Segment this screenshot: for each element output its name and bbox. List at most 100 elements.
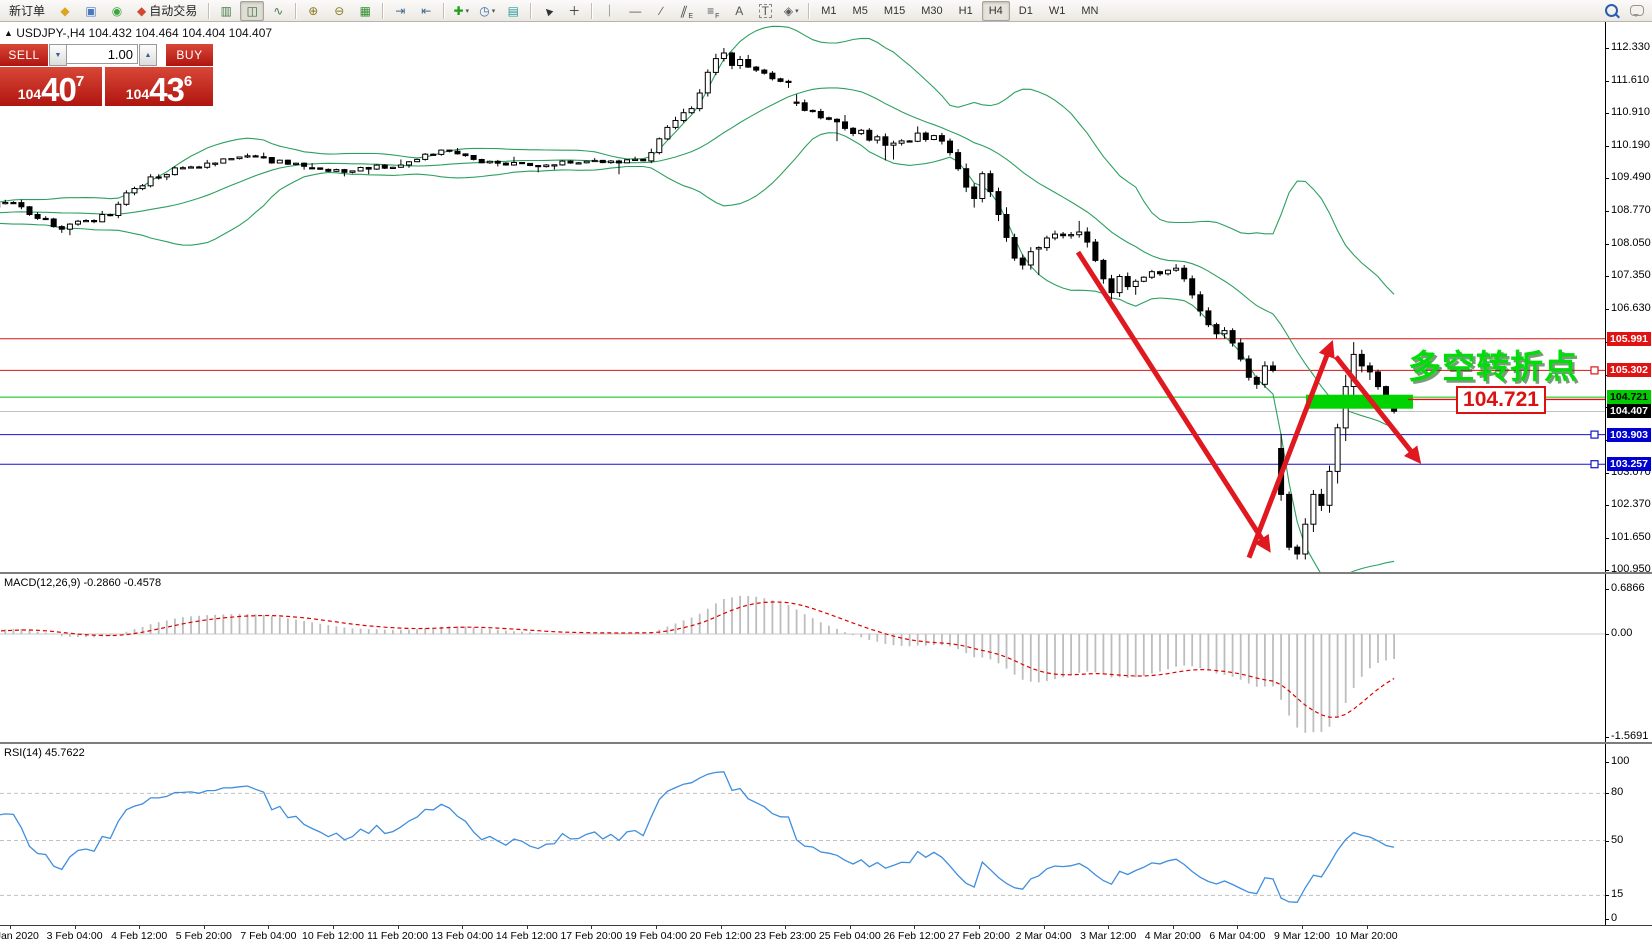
bar-chart-icon: ▥ <box>221 5 232 17</box>
time-tick <box>75 926 76 929</box>
buy-price[interactable]: 104 43 6 <box>105 67 213 106</box>
buy-button[interactable]: BUY <box>166 44 213 66</box>
timeframe-button-w1[interactable]: W1 <box>1042 1 1073 21</box>
sell-price[interactable]: 104 40 7 <box>0 67 102 106</box>
pane-separator[interactable] <box>0 742 1652 744</box>
price-level-tag: 103.257 <box>1607 457 1651 471</box>
timeframe-button-mn[interactable]: MN <box>1074 1 1105 21</box>
time-tick <box>268 926 269 929</box>
horizontal-line-icon: — <box>629 5 641 17</box>
timeframe-button-m30[interactable]: M30 <box>914 1 949 21</box>
rsi-tick-label: 15 <box>1611 888 1623 900</box>
autotrade-icon: ◆ <box>137 5 146 17</box>
zoom-in-icon[interactable]: ⊕ <box>301 1 325 21</box>
volume-decrease-button[interactable]: ▼ <box>49 44 67 66</box>
time-tick <box>10 926 11 929</box>
axis-tick <box>1606 473 1609 474</box>
timeframe-button-m1[interactable]: M1 <box>814 1 843 21</box>
price-tick-label: 101.650 <box>1611 531 1651 543</box>
price-level-tag: 105.991 <box>1607 332 1651 346</box>
dropdown-caret-icon: ▾ <box>466 7 470 15</box>
vertical-line-icon[interactable]: ｜ <box>597 1 621 21</box>
fibonacci-icon[interactable]: ≡F <box>701 1 725 21</box>
timeframe-button-h1[interactable]: H1 <box>952 1 980 21</box>
timeframe-button-h4[interactable]: H4 <box>982 1 1010 21</box>
sell-button[interactable]: SELL <box>0 44 48 66</box>
new-order-button[interactable]: 新订单 <box>3 1 51 21</box>
time-axis-label: 2 Mar 04:00 <box>1016 930 1072 942</box>
auto-scroll-icon: ⇥ <box>395 5 405 17</box>
shapes-icon[interactable]: ◈▾ <box>779 1 803 21</box>
candlestick-chart-icon[interactable]: ◫ <box>240 1 264 21</box>
axis-tick <box>1606 178 1609 179</box>
volume-increase-button[interactable]: ▲ <box>139 44 157 66</box>
axis-tick <box>1606 81 1609 82</box>
auto-scroll-icon[interactable]: ⇥ <box>388 1 412 21</box>
price-tick-label: 109.490 <box>1611 171 1651 183</box>
rsi-tick-label: 100 <box>1611 755 1629 767</box>
macd-tick-label: 0.00 <box>1611 627 1632 639</box>
timeframe-button-m15[interactable]: M15 <box>877 1 912 21</box>
trendline-icon[interactable]: ∕ <box>649 1 673 21</box>
zoom-out-icon: ⊖ <box>334 5 344 17</box>
toolbar-separator <box>443 3 444 19</box>
time-tick <box>333 926 334 929</box>
chat-icon[interactable] <box>1625 1 1649 21</box>
time-axis-label: 30 Jan 2020 <box>0 930 39 942</box>
line-chart-icon[interactable]: ∿ <box>266 1 290 21</box>
price-level-tag: 103.903 <box>1607 428 1651 442</box>
time-tick <box>1302 926 1303 929</box>
terminals-icon: ▣ <box>85 5 96 17</box>
chart-properties-icon[interactable]: ▤ <box>501 1 525 21</box>
time-axis-label: 3 Feb 04:00 <box>47 930 103 942</box>
toolbar: 新订单◆▣◉◆自动交易▥◫∿⊕⊖▦⇥⇤✚▾◷▾▤▲＋｜—∕∥E≡FAT◈▾M1M… <box>0 0 1652 22</box>
time-axis-label: 4 Feb 12:00 <box>111 930 167 942</box>
chart-shift-icon[interactable]: ⇤ <box>414 1 438 21</box>
autotrade-button[interactable]: ◆自动交易 <box>131 1 203 21</box>
timeframe-button-d1[interactable]: D1 <box>1012 1 1040 21</box>
timeframe-button-m5[interactable]: M5 <box>846 1 875 21</box>
macd-pane-canvas[interactable] <box>0 574 1605 743</box>
indicators-add-button[interactable]: ✚▾ <box>449 1 473 21</box>
axis-tick <box>1606 146 1609 147</box>
price-tick-label: 110.910 <box>1611 106 1650 118</box>
time-axis-label: 23 Feb 23:00 <box>754 930 816 942</box>
tile-windows-icon[interactable]: ▦ <box>353 1 377 21</box>
channel-icon[interactable]: ∥E <box>675 1 699 21</box>
axis-tick <box>1606 538 1609 539</box>
time-tick <box>139 926 140 929</box>
cursor-icon[interactable]: ▲ <box>536 1 560 21</box>
chat-icon <box>1630 5 1644 16</box>
signal-icon[interactable]: ◉ <box>105 1 129 21</box>
funds-icon[interactable]: ◆ <box>53 1 77 21</box>
bar-chart-icon[interactable]: ▥ <box>214 1 238 21</box>
time-tick <box>1108 926 1109 929</box>
label-icon[interactable]: T <box>753 1 777 21</box>
time-tick <box>204 926 205 929</box>
rsi-pane-canvas[interactable] <box>0 744 1605 925</box>
toolbar-separator <box>530 3 531 19</box>
toolbar-separator <box>808 3 809 19</box>
signal-icon: ◉ <box>112 5 122 17</box>
text-icon[interactable]: A <box>727 1 751 21</box>
periods-button[interactable]: ◷▾ <box>475 1 499 21</box>
volume-input[interactable] <box>66 44 138 64</box>
candlestick-chart-icon: ◫ <box>247 5 258 17</box>
price-chart-canvas[interactable] <box>0 23 1605 573</box>
crosshair-icon[interactable]: ＋ <box>562 1 586 21</box>
zoom-in-icon: ⊕ <box>308 5 318 17</box>
horizontal-line-icon[interactable]: — <box>623 1 647 21</box>
axis-tick <box>1606 589 1609 590</box>
time-axis-label: 14 Feb 12:00 <box>496 930 558 942</box>
zoom-out-icon[interactable]: ⊖ <box>327 1 351 21</box>
sell-price-sup: 7 <box>76 73 84 90</box>
axis-tick <box>1606 570 1609 571</box>
pane-separator[interactable] <box>0 572 1652 574</box>
terminals-icon[interactable]: ▣ <box>79 1 103 21</box>
funds-icon: ◆ <box>60 5 69 17</box>
search-icon[interactable] <box>1599 1 1623 21</box>
price-tick-label: 108.770 <box>1611 204 1651 216</box>
time-tick <box>591 926 592 929</box>
time-axis: 30 Jan 20203 Feb 04:004 Feb 12:005 Feb 2… <box>0 925 1652 943</box>
time-tick <box>785 926 786 929</box>
